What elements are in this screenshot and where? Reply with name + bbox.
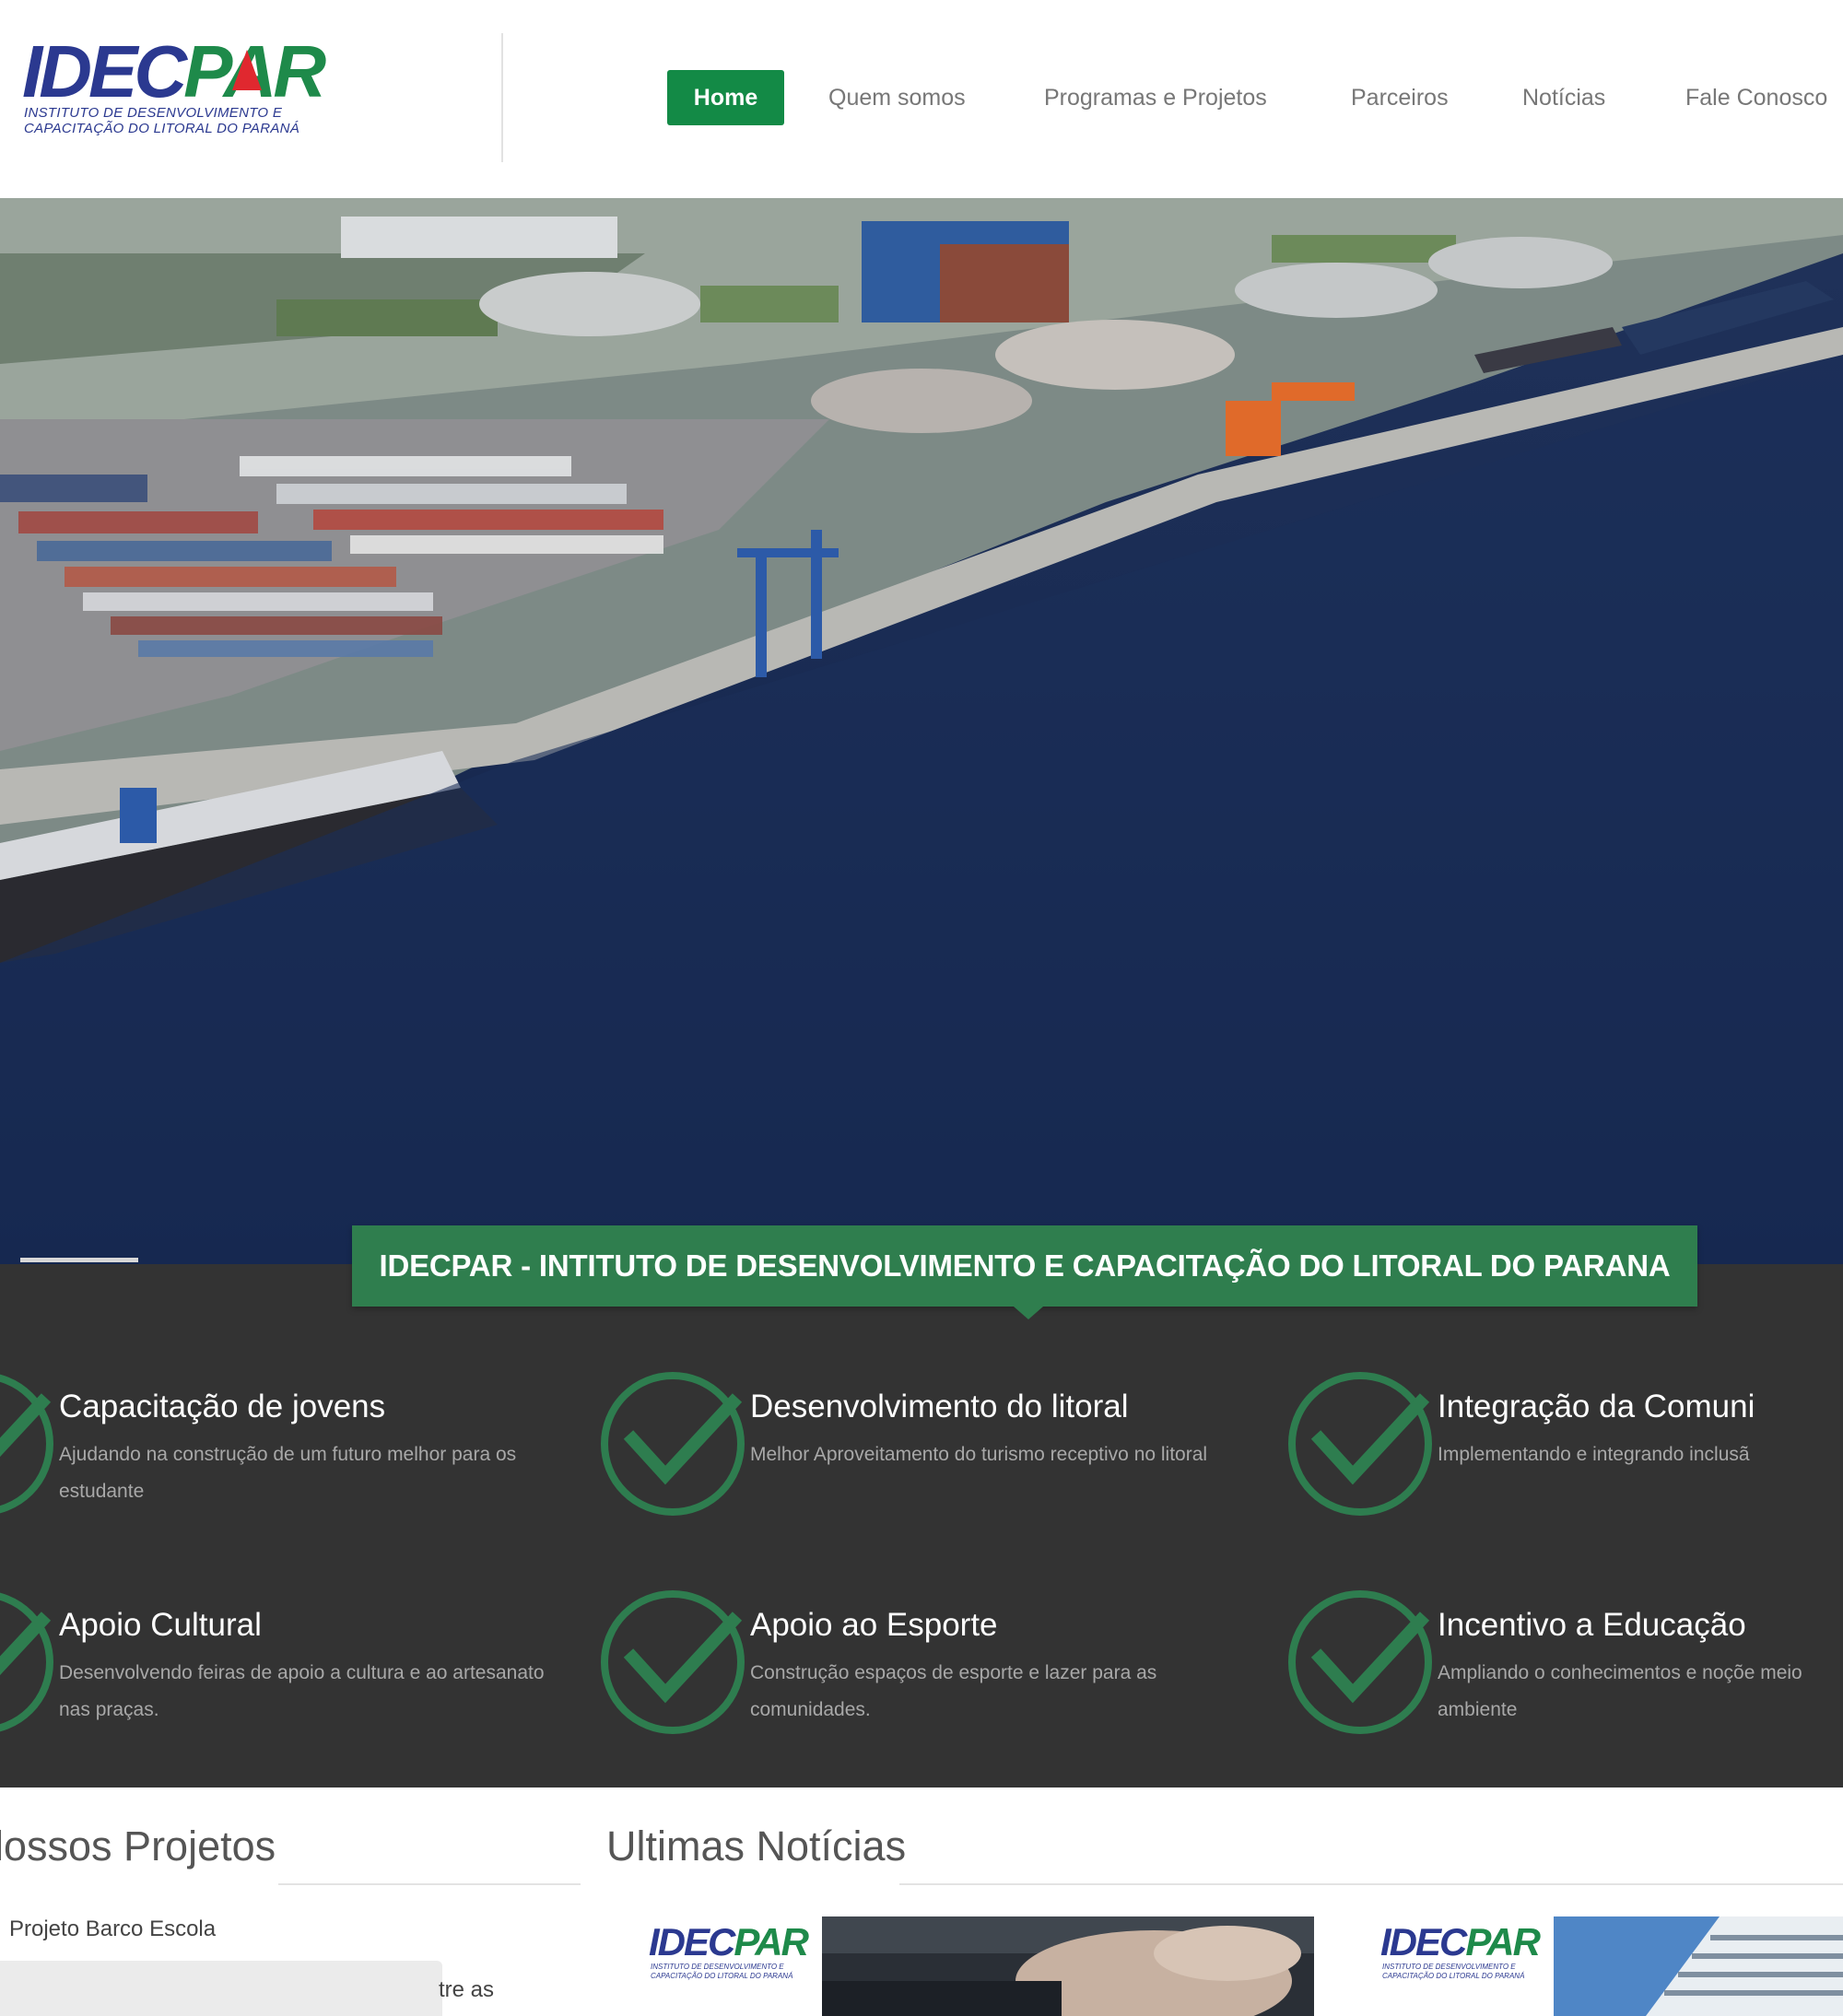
feature-integracao-da-comunidade: Integração da Comuni Implementando e int… [1286, 1370, 1843, 1536]
news-logo-word-par: PAR [1465, 1920, 1541, 1963]
feature-desc: Melhor Aproveitamento do turismo recepti… [750, 1444, 1208, 1465]
hero-slider[interactable] [0, 198, 1843, 1264]
news-card-logo: IDECPAR Instituto de Desenvolvimento e C… [1364, 1916, 1559, 2016]
feature-title: Desenvolvimento do litoral [750, 1389, 1129, 1424]
project-panel [0, 1961, 442, 2016]
news-logo-subtitle: Instituto de Desenvolvimento e Capacitaç… [651, 1963, 793, 1980]
mission-caption: IDECPAR - INTITUTO DE DESENVOLVIMENTO E … [352, 1225, 1697, 1307]
news-card-logo: IDECPAR Instituto de Desenvolvimento e C… [632, 1916, 828, 2016]
news-logo-subtitle: Instituto de Desenvolvimento e Capacitaç… [1382, 1963, 1525, 1980]
news-photo-hands-keyboard [822, 1916, 1314, 2016]
news-logo-word-idec: IDEC [649, 1920, 735, 1963]
feature-desenvolvimento-do-litoral: Desenvolvimento do litoral Melhor Aprove… [599, 1370, 1281, 1536]
news-card[interactable]: IDECPAR Instituto de Desenvolvimento e C… [632, 1916, 1314, 2016]
feature-capacitacao-de-jovens: Capacitação de jovens Ajudando na constr… [0, 1370, 590, 1536]
feature-title: Apoio ao Esporte [750, 1607, 998, 1643]
feature-desc: Construção espaços de esporte e lazer pa… [750, 1662, 1157, 1720]
feature-desc: Desenvolvendo feiras de apoio a cultura … [59, 1662, 545, 1720]
feature-apoio-ao-esporte: Apoio ao Esporte Construção espaços de e… [599, 1588, 1281, 1754]
news-title-rule [899, 1883, 1843, 1885]
project-link-barco-escola[interactable]: Projeto Barco Escola [9, 1916, 216, 1942]
site-header: IDECPAR Instituto de Desenvolvimento e C… [0, 0, 1843, 198]
news-title: Ultimas Notícias [606, 1823, 907, 1869]
feature-title: Apoio Cultural [59, 1607, 262, 1643]
check-circle-icon [601, 1590, 745, 1734]
news-card[interactable]: IDECPAR Instituto de Desenvolvimento e C… [1364, 1916, 1843, 2016]
check-circle-icon [0, 1374, 53, 1514]
projects-title: lossos Projetos [0, 1823, 276, 1869]
news-logo-word-par: PAR [734, 1920, 809, 1963]
nav-item-parceiros[interactable]: Parceiros [1351, 70, 1449, 125]
feature-title: Capacitação de jovens [59, 1389, 386, 1424]
check-circle-icon [601, 1372, 745, 1516]
port-aerial-photo [0, 198, 1843, 1264]
feature-desc: Ampliando o conhecimentos e noçõe meio a… [1438, 1662, 1802, 1720]
feature-title: Incentivo a Educação [1438, 1607, 1746, 1643]
slider-indicator[interactable] [20, 1258, 138, 1262]
check-circle-icon [1288, 1590, 1432, 1734]
nav-item-quem-somos[interactable]: Quem somos [828, 70, 966, 125]
news-photo-cruise-ship [1554, 1916, 1843, 2016]
feature-apoio-cultural: Apoio Cultural Desenvolvendo feiras de a… [0, 1588, 590, 1754]
feature-incentivo-a-educacao: Incentivo a Educação Ampliando o conheci… [1286, 1588, 1843, 1754]
news-logo-wordmark: IDECPAR [1380, 1920, 1541, 1964]
feature-desc: Implementando e integrando inclusã [1438, 1444, 1750, 1465]
nav-item-programas-e-projetos[interactable]: Programas e Projetos [1044, 70, 1267, 125]
projects-title-rule [278, 1883, 581, 1885]
nav-item-noticias[interactable]: Notícias [1522, 70, 1605, 125]
feature-title: Integração da Comuni [1438, 1389, 1755, 1424]
check-circle-icon [0, 1592, 53, 1732]
caption-pointer [1014, 1307, 1043, 1319]
nav-item-fale-conosco[interactable]: Fale Conosco [1685, 70, 1827, 125]
news-logo-wordmark: IDECPAR [649, 1920, 809, 1964]
check-circle-icon [1288, 1372, 1432, 1516]
feature-desc: Ajudando na construção de um futuro melh… [59, 1444, 517, 1502]
main-nav: Home Quem somos Programas e Projetos Par… [0, 70, 1843, 125]
news-logo-word-idec: IDEC [1380, 1920, 1467, 1963]
nav-item-home[interactable]: Home [667, 70, 784, 125]
project-text-fragment: tre as [439, 1977, 495, 2002]
